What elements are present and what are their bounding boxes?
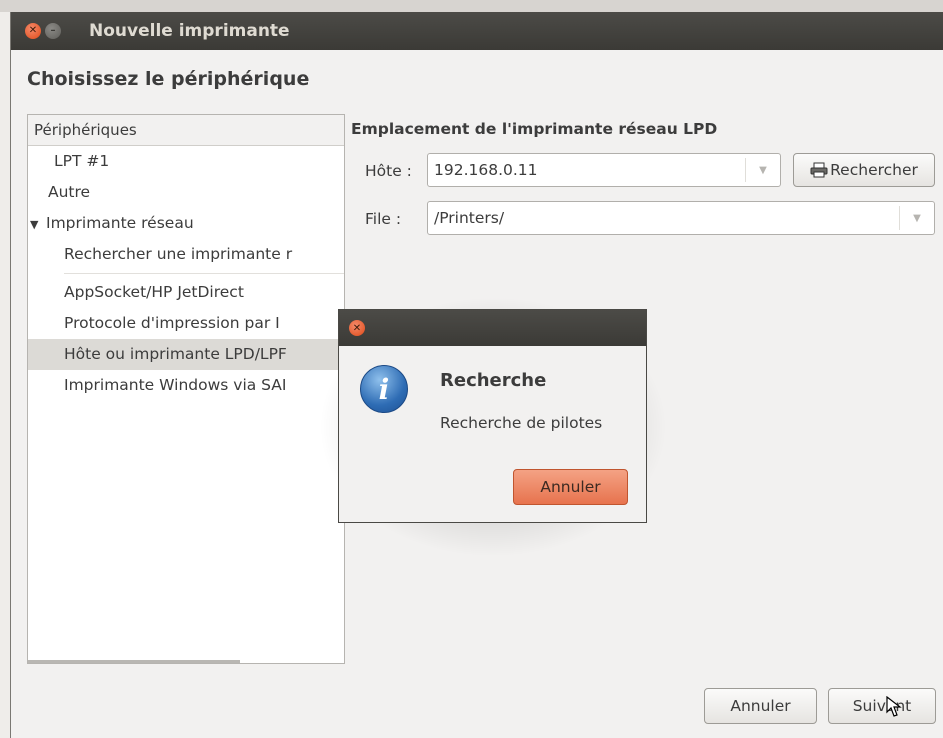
window-title: Nouvelle imprimante bbox=[89, 21, 290, 41]
chevron-down-icon[interactable]: ▼ bbox=[745, 158, 780, 182]
chevron-down-icon[interactable]: ▼ bbox=[899, 206, 934, 230]
dialog-cancel-button[interactable]: Annuler bbox=[513, 469, 628, 505]
device-item-network-printer[interactable]: ▼ Imprimante réseau bbox=[28, 208, 344, 239]
list-separator bbox=[64, 273, 344, 274]
mouse-cursor-icon bbox=[886, 696, 902, 717]
device-item-label: Autre bbox=[48, 183, 91, 201]
expander-down-icon[interactable]: ▼ bbox=[30, 209, 46, 239]
device-list-header[interactable]: Périphériques bbox=[28, 115, 344, 146]
minimize-icon[interactable]: – bbox=[45, 23, 61, 39]
info-icon: i bbox=[360, 365, 408, 413]
horizontal-scrollbar[interactable] bbox=[28, 660, 240, 663]
next-button-label: Suivant bbox=[852, 697, 912, 715]
cancel-button-label: Annuler bbox=[730, 697, 791, 715]
dialog-title: Recherche bbox=[440, 370, 547, 391]
device-list-panel[interactable]: Périphériques LPT #1 Autre ▼ Imprimante r… bbox=[27, 114, 345, 664]
next-button[interactable]: Suivant bbox=[828, 688, 936, 724]
location-title: Emplacement de l'imprimante réseau LPD bbox=[351, 120, 718, 138]
device-item-label: Protocole d'impression par I bbox=[64, 314, 280, 332]
dialog-titlebar: ✕ bbox=[339, 310, 646, 346]
printer-icon bbox=[810, 162, 828, 178]
device-item-label: Rechercher une imprimante r bbox=[64, 245, 293, 263]
searching-dialog: ✕ i Recherche Recherche de pilotes Annul… bbox=[338, 309, 647, 523]
cancel-button[interactable]: Annuler bbox=[704, 688, 817, 724]
device-item-windows-samba[interactable]: Imprimante Windows via SAI bbox=[28, 370, 344, 401]
device-item-other[interactable]: Autre bbox=[28, 177, 344, 208]
device-item-appsocket[interactable]: AppSocket/HP JetDirect bbox=[28, 277, 344, 308]
dialog-message: Recherche de pilotes bbox=[440, 414, 603, 432]
window-titlebar: ✕ – Nouvelle imprimante bbox=[11, 12, 943, 50]
device-item-lpd[interactable]: Hôte ou imprimante LPD/LPF bbox=[28, 339, 344, 370]
device-item-lpt1[interactable]: LPT #1 bbox=[28, 146, 344, 177]
queue-combo[interactable]: /Printers/ ▼ bbox=[427, 201, 935, 235]
search-button[interactable]: Rechercher bbox=[793, 153, 935, 187]
device-list: LPT #1 Autre ▼ Imprimante réseau Recherch… bbox=[28, 146, 344, 401]
host-label: Hôte : bbox=[365, 162, 412, 180]
desktop-background bbox=[0, 0, 943, 12]
queue-label: File : bbox=[365, 210, 402, 228]
dialog-cancel-label: Annuler bbox=[540, 478, 601, 496]
queue-value: /Printers/ bbox=[434, 209, 505, 227]
host-combo[interactable]: 192.168.0.11 ▼ bbox=[427, 153, 781, 187]
device-item-label: Hôte ou imprimante LPD/LPF bbox=[64, 345, 287, 363]
close-icon[interactable]: ✕ bbox=[25, 23, 41, 39]
host-value: 192.168.0.11 bbox=[434, 161, 538, 179]
device-item-label: Imprimante Windows via SAI bbox=[64, 376, 287, 394]
close-icon[interactable]: ✕ bbox=[349, 320, 365, 336]
device-item-label: AppSocket/HP JetDirect bbox=[64, 283, 244, 301]
device-item-ipp[interactable]: Protocole d'impression par I bbox=[28, 308, 344, 339]
device-item-find-network-printer[interactable]: Rechercher une imprimante r bbox=[28, 239, 344, 270]
page-heading: Choisissez le périphérique bbox=[27, 68, 310, 90]
search-button-label: Rechercher bbox=[830, 161, 918, 179]
device-item-label: Imprimante réseau bbox=[46, 214, 194, 232]
device-item-label: LPT #1 bbox=[54, 152, 110, 170]
